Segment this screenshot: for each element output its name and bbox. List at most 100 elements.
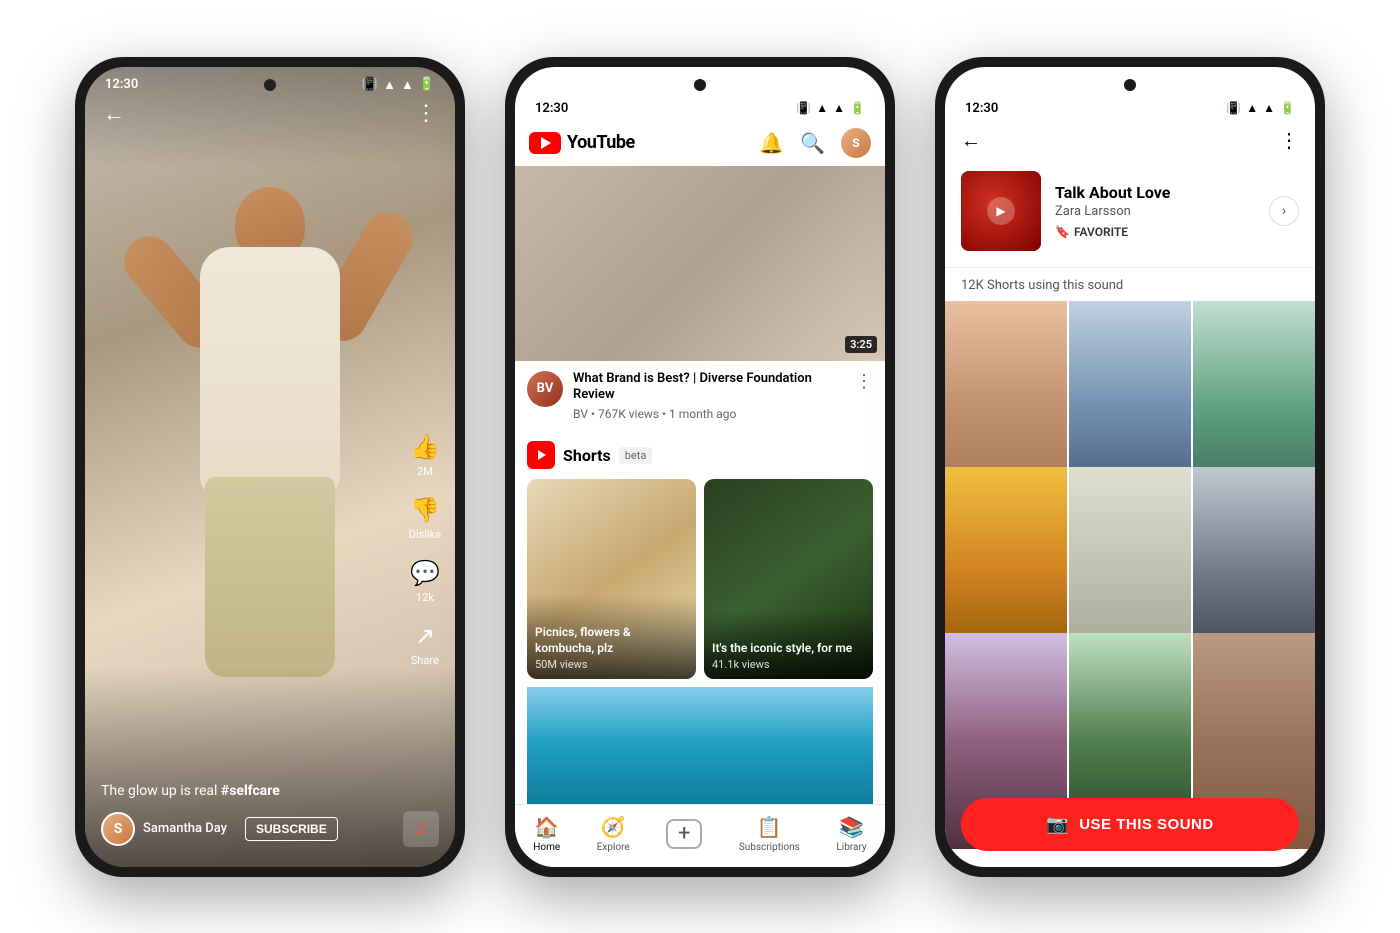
like-action[interactable]: 👍 2M [410,433,440,478]
shorts-header: Shorts beta [527,441,873,469]
signal-icon: ▲ [833,101,845,115]
shorts-top-nav: ← ⋮ [85,67,455,137]
camera-notch [264,79,276,91]
short-card-2[interactable]: It's the iconic style, for me 41.1k view… [704,479,873,679]
use-sound-bar: 📷 USE THIS SOUND [961,798,1299,851]
channel-avatar[interactable]: BV [527,371,563,407]
sound-page-header: ← ⋮ [945,120,1315,161]
status-bar: 12:30 📳 ▲ ▲ 🔋 [945,101,1315,120]
user-avatar[interactable]: S [841,128,871,158]
sound-thumbnail[interactable]: ▶ [961,171,1041,251]
share-action[interactable]: ↗ Share [411,622,439,667]
status-time: 12:30 [965,101,998,116]
shorts-hashtag[interactable]: #selfcare [221,783,280,799]
add-button[interactable]: + [666,819,702,849]
vibrate-icon: 📳 [796,101,811,115]
battery-icon: 🔋 [850,101,865,115]
shorts-bottom-info: The glow up is real #selfcare S Samantha… [85,769,455,867]
shorts-title: Shorts [563,446,611,465]
short-views-2: 41.1k views [712,658,865,671]
more-options-icon[interactable]: ⋮ [415,101,437,126]
camera-notch [694,79,706,91]
share-label: Share [411,654,439,667]
library-icon: 📚 [839,815,864,839]
youtube-logo-icon [529,132,561,154]
comment-action[interactable]: 💬 12k [410,559,440,604]
shorts-user: S Samantha Day SUBSCRIBE [101,812,338,846]
favorite-button[interactable]: 🔖 FAVORITE [1055,225,1255,239]
short-caption-2: It's the iconic style, for me [712,641,865,657]
video-submeta: BV • 767K views • 1 month ago [573,407,845,421]
pants [205,477,335,677]
back-icon[interactable]: ← [103,101,125,127]
pool-thumbnail[interactable] [527,687,873,803]
camera-icon: 📷 [1046,814,1069,835]
sound-title: Talk About Love [1055,183,1255,202]
search-icon[interactable]: 🔍 [800,131,825,155]
status-icons: 📳 ▲ ▲ 🔋 [796,101,865,115]
video-info-row: BV What Brand is Best? | Diverse Foundat… [515,361,885,432]
video-duration: 3:25 [845,336,877,353]
phone-sound-page: 12:30 📳 ▲ ▲ 🔋 ← ⋮ ▶ Ta [935,57,1325,877]
sound-artist: Zara Larsson [1055,204,1255,219]
shorts-actions-panel: 👍 2M 👎 Dislike 💬 12k ↗ Share [409,433,441,667]
like-count: 2M [417,465,433,478]
explore-icon: 🧭 [601,815,626,839]
shorts-section: Shorts beta Picnics, flowers & kombucha,… [515,431,885,803]
youtube-header: YouTube 🔔 🔍 S [515,120,885,166]
nav-library[interactable]: 📚 Library [836,815,866,853]
sound-page-content: 12:30 📳 ▲ ▲ 🔋 ← ⋮ ▶ Ta [945,67,1315,867]
more-options-icon[interactable]: ⋮ [855,371,873,392]
short-thumbnail-2: It's the iconic style, for me 41.1k view… [704,479,873,679]
dislike-label: Dislike [409,528,441,541]
next-button[interactable]: › [1269,196,1299,226]
short-caption-1: Picnics, flowers & kombucha, plz [535,625,688,656]
short-card-1[interactable]: Picnics, flowers & kombucha, plz 50M vie… [527,479,696,679]
nav-add[interactable]: + [666,819,702,849]
music-icon-button[interactable]: ♫ [403,811,439,847]
like-icon: 👍 [410,433,440,461]
favorite-label: FAVORITE [1074,225,1128,239]
more-options-button[interactable]: ⋮ [1279,128,1299,152]
use-this-sound-button[interactable]: 📷 USE THIS SOUND [961,798,1299,851]
bottom-navigation: 🏠 Home 🧭 Explore + 📋 Subscriptions [515,804,885,867]
short-overlay-2: It's the iconic style, for me 41.1k view… [704,611,873,680]
video-title[interactable]: What Brand is Best? | Diverse Foundation… [573,371,845,405]
short-overlay-1: Picnics, flowers & kombucha, plz 50M vie… [527,595,696,679]
status-time: 12:30 [535,101,568,116]
sound-metadata: Talk About Love Zara Larsson 🔖 FAVORITE [1055,183,1255,239]
sound-info-card: ▶ Talk About Love Zara Larsson 🔖 FAVORIT… [945,161,1315,268]
status-icons: 📳 ▲ ▲ 🔋 [1226,101,1295,115]
subscriptions-label: Subscriptions [739,842,800,853]
back-button[interactable]: ← [961,128,981,153]
youtube-logo-text: YouTube [567,132,635,153]
notification-icon[interactable]: 🔔 [759,131,784,155]
short-thumbnail-1: Picnics, flowers & kombucha, plz 50M vie… [527,479,696,679]
camera-notch [1124,79,1136,91]
video-thumbnail[interactable]: 3:25 [515,166,885,361]
explore-label: Explore [597,842,630,853]
nav-subscriptions[interactable]: 📋 Subscriptions [739,815,800,853]
vibrate-icon: 📳 [1226,101,1241,115]
dislike-icon: 👎 [410,496,440,524]
home-icon: 🏠 [534,815,559,839]
shorts-user-row: S Samantha Day SUBSCRIBE ♫ [101,811,439,847]
shorts-beta-label: beta [619,447,653,464]
phone-shorts-viewer: 12:30 📳 ▲ ▲ 🔋 ← ⋮ 👍 2M 👎 Dislike [75,57,465,877]
user-avatar: S [101,812,135,846]
play-button[interactable]: ▶ [987,197,1015,225]
short-views-1: 50M views [535,658,688,671]
shorts-grid: Picnics, flowers & kombucha, plz 50M vie… [527,479,873,679]
library-label: Library [836,842,866,853]
nav-home[interactable]: 🏠 Home [533,815,560,853]
header-icons: 🔔 🔍 S [759,128,871,158]
phone-youtube-home: 12:30 📳 ▲ ▲ 🔋 YouTube 🔔 🔍 S [505,57,895,877]
subscribe-button[interactable]: SUBSCRIBE [245,817,338,841]
nav-explore[interactable]: 🧭 Explore [597,815,630,853]
use-sound-label: USE THIS SOUND [1079,816,1214,833]
signal-icon: ▲ [1263,101,1275,115]
username: Samantha Day [143,821,227,836]
sounds-video-grid: 96K views 1.4M views 59K views 1.2M view… [945,301,1315,867]
dislike-action[interactable]: 👎 Dislike [409,496,441,541]
battery-icon: 🔋 [1280,101,1295,115]
